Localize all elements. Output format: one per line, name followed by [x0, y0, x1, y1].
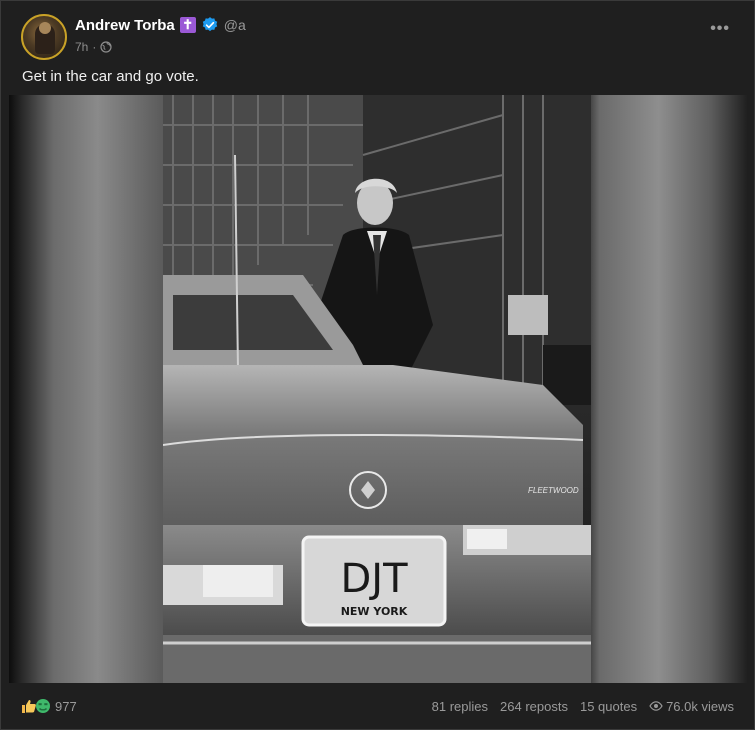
- reposts-count[interactable]: 264 reposts: [500, 699, 568, 714]
- more-options-icon[interactable]: •••: [710, 20, 730, 38]
- views-count: 76.0k views: [649, 699, 734, 714]
- author-row: Andrew Torba ✝ @a: [75, 16, 246, 34]
- replies-count[interactable]: 81 replies: [432, 699, 488, 714]
- author-handle[interactable]: @a: [224, 17, 246, 33]
- post-header: Andrew Torba ✝ @a 7h · •••: [21, 14, 734, 60]
- reaction-count: 977: [55, 698, 77, 714]
- cross-badge-icon: ✝: [179, 17, 196, 33]
- views-label: 76.0k views: [666, 698, 734, 714]
- globe-icon: [100, 41, 112, 53]
- avatar[interactable]: [21, 14, 67, 60]
- verified-icon: [202, 17, 217, 32]
- avatar-figure-head: [39, 22, 51, 34]
- reactions[interactable]: 977: [21, 698, 77, 714]
- author-display-name[interactable]: Andrew Torba: [75, 17, 175, 34]
- money-face-icon: [36, 699, 50, 713]
- post-card: Andrew Torba ✝ @a 7h · ••• Get in the ca…: [0, 0, 755, 730]
- post-time[interactable]: 7h: [75, 40, 88, 54]
- car-emblem-text: FLEETWOOD: [528, 486, 579, 495]
- post-stats: 81 replies 264 reposts 15 quotes 76.0k v…: [432, 699, 734, 714]
- post-footer: 977 81 replies 264 reposts 15 quotes 76.…: [21, 695, 734, 717]
- plate-text: DJT: [340, 556, 408, 602]
- post-media[interactable]: FLEETWOOD DJT NEW YORK: [9, 95, 747, 683]
- post-meta: 7h ·: [75, 40, 112, 54]
- reaction-icons: [21, 698, 51, 714]
- post-text: Get in the car and go vote.: [22, 68, 199, 85]
- post-photo: FLEETWOOD DJT NEW YORK: [163, 95, 591, 683]
- meta-separator: ·: [92, 40, 97, 54]
- plate-state: NEW YORK: [341, 605, 408, 618]
- eye-icon: [649, 701, 663, 711]
- quotes-count[interactable]: 15 quotes: [580, 699, 637, 714]
